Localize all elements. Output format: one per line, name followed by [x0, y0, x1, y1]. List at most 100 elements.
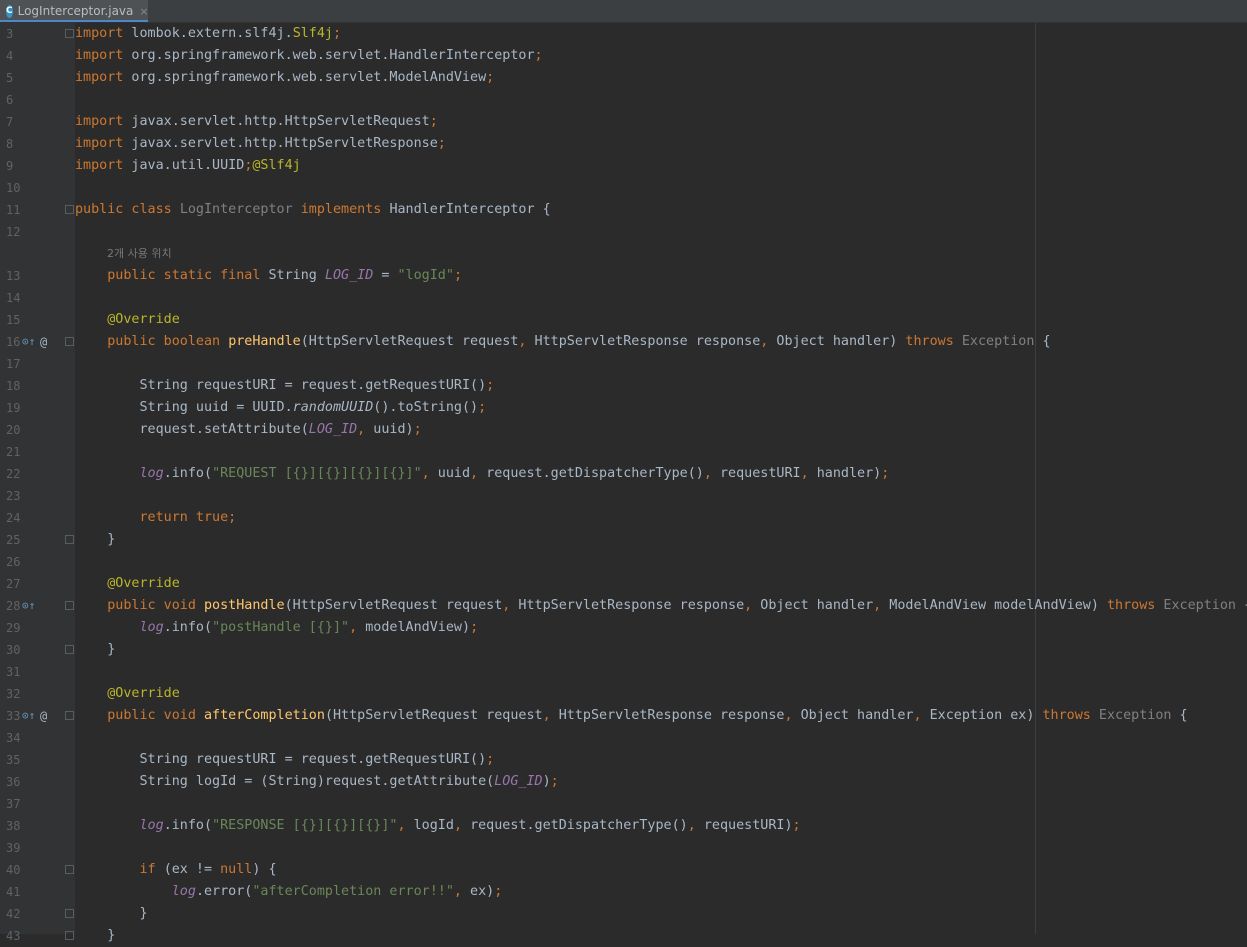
usage-hint: 2개 사용 위치 — [0, 243, 1247, 265]
code-token: modelAndView) — [365, 620, 471, 635]
override-method-icon[interactable]: ⊙↑ — [22, 705, 35, 727]
code-text[interactable]: } — [75, 925, 115, 947]
code-text[interactable]: } — [75, 903, 148, 925]
annotation-gutter-icon[interactable]: @ — [40, 331, 47, 353]
code-line: 36 String logId = (String)request.getAtt… — [0, 771, 1247, 793]
fold-marker-icon[interactable] — [65, 865, 74, 874]
line-number: 25 — [6, 533, 21, 547]
code-text[interactable]: @Override — [75, 683, 180, 705]
line-number: 27 — [6, 577, 21, 591]
code-token: @Slf4j — [252, 158, 301, 173]
code-line: 8 import javax.servlet.http.HttpServletRe… — [0, 133, 1247, 155]
code-text[interactable]: request.setAttribute(LOG_ID, uuid); — [75, 419, 422, 441]
code-line: 21 — [0, 441, 1247, 463]
code-token: ModelAndView modelAndView) — [889, 598, 1107, 613]
java-class-icon: C — [6, 4, 13, 18]
code-line: 31 — [0, 661, 1247, 683]
line-number: 37 — [6, 797, 21, 811]
code-token: (HttpServletRequest request — [324, 708, 543, 723]
code-text[interactable]: if (ex != null) { — [75, 859, 277, 881]
line-number: 34 — [6, 731, 21, 745]
line-number: 42 — [6, 907, 21, 921]
code-token: String requestURI = request.getRequestUR… — [75, 752, 487, 767]
fold-marker-icon[interactable] — [65, 29, 74, 38]
code-token: .info( — [163, 818, 213, 833]
code-text[interactable]: import javax.servlet.http.HttpServletRes… — [75, 133, 446, 155]
fold-marker-icon[interactable] — [65, 535, 74, 544]
code-line: 23 — [0, 485, 1247, 507]
code-token: (HttpServletRequest request — [284, 598, 503, 613]
line-number: 5 — [6, 71, 14, 85]
line-number: 11 — [6, 203, 21, 217]
code-token: requestURI — [719, 466, 801, 481]
code-text[interactable]: String requestURI = request.getRequestUR… — [75, 749, 494, 771]
code-text[interactable]: log.info("postHandle [{}]", modelAndView… — [75, 617, 479, 639]
code-text[interactable]: public static final String LOG_ID = "log… — [75, 265, 462, 287]
code-text[interactable]: public boolean preHandle(HttpServletRequ… — [75, 331, 1050, 353]
code-text[interactable]: log.info("RESPONSE [{}][{}][{}]", logId,… — [75, 815, 801, 837]
code-text[interactable]: log.error("afterCompletion error!!", ex)… — [75, 881, 503, 903]
override-method-icon[interactable]: ⊙↑ — [22, 331, 35, 353]
code-token: LOG_ID — [494, 774, 543, 789]
code-text[interactable]: import java.util.UUID;@Slf4j — [75, 155, 301, 177]
fold-marker-icon[interactable] — [65, 601, 74, 610]
code-text[interactable]: import lombok.extern.slf4j.Slf4j; — [75, 23, 341, 45]
code-line: 13 public static final String LOG_ID = "… — [0, 265, 1247, 287]
code-token: } — [75, 906, 148, 921]
fold-marker-icon[interactable] — [65, 645, 74, 654]
code-line: 27 @Override — [0, 573, 1247, 595]
code-text[interactable]: import org.springframework.web.servlet.M… — [75, 67, 494, 89]
code-token: ().toString() — [373, 400, 479, 415]
code-line: 25 } — [0, 529, 1247, 551]
code-token: Object handler — [800, 708, 914, 723]
code-text[interactable]: import javax.servlet.http.HttpServletReq… — [75, 111, 438, 133]
code-text[interactable]: String logId = (String)request.getAttrib… — [75, 771, 558, 793]
code-line: 42 } — [0, 903, 1247, 925]
code-token: , — [518, 334, 535, 349]
code-token: "logId" — [397, 268, 454, 283]
code-text[interactable]: @Override — [75, 309, 180, 331]
code-token: throws — [905, 334, 962, 349]
code-text[interactable]: import org.springframework.web.servlet.H… — [75, 45, 543, 67]
code-text[interactable]: @Override — [75, 573, 180, 595]
code-token: ; — [453, 268, 462, 283]
code-text[interactable]: } — [75, 529, 115, 551]
code-token: log — [139, 466, 164, 481]
fold-marker-icon[interactable] — [65, 931, 74, 940]
code-text[interactable]: public void afterCompletion(HttpServletR… — [75, 705, 1187, 727]
code-line: 3 import lombok.extern.slf4j.Slf4j; — [0, 23, 1247, 45]
code-token: , — [349, 620, 366, 635]
code-text[interactable]: public void postHandle(HttpServletReques… — [75, 595, 1247, 617]
close-icon[interactable]: × — [139, 5, 148, 18]
line-number: 23 — [6, 489, 21, 503]
code-text[interactable]: String requestURI = request.getRequestUR… — [75, 375, 494, 397]
fold-marker-icon[interactable] — [65, 909, 74, 918]
code-text[interactable]: } — [75, 639, 115, 661]
code-line: 15 @Override — [0, 309, 1247, 331]
code-text[interactable]: public class LogInterceptor implements H… — [75, 199, 551, 221]
code-token: ; — [413, 422, 422, 437]
code-token: , — [744, 598, 761, 613]
code-token: return true; — [139, 510, 237, 525]
code-token: HttpServletResponse response — [558, 708, 785, 723]
override-method-icon[interactable]: ⊙↑ — [22, 595, 35, 617]
fold-marker-icon[interactable] — [65, 205, 74, 214]
fold-marker-icon[interactable] — [65, 337, 74, 346]
code-text[interactable]: log.info("REQUEST [{}][{}][{}][{}]", uui… — [75, 463, 890, 485]
code-text[interactable]: String uuid = UUID.randomUUID().toString… — [75, 397, 486, 419]
code-token: String — [268, 268, 325, 283]
code-editor[interactable]: 3 import lombok.extern.slf4j.Slf4j; 4 impor… — [0, 23, 1247, 943]
usage-hint-text[interactable]: 2개 사용 위치 — [107, 243, 172, 265]
code-token: ; — [486, 378, 495, 393]
code-token: request.setAttribute( — [75, 422, 309, 437]
code-text[interactable]: return true; — [75, 507, 237, 529]
tab-loginterceptor[interactable]: C LogInterceptor.java × — [0, 0, 149, 22]
code-token: , — [687, 818, 704, 833]
code-token: } — [75, 928, 116, 943]
annotation-gutter-icon[interactable]: @ — [40, 705, 47, 727]
code-line: 35 String requestURI = request.getReques… — [0, 749, 1247, 771]
fold-marker-icon[interactable] — [65, 711, 74, 720]
